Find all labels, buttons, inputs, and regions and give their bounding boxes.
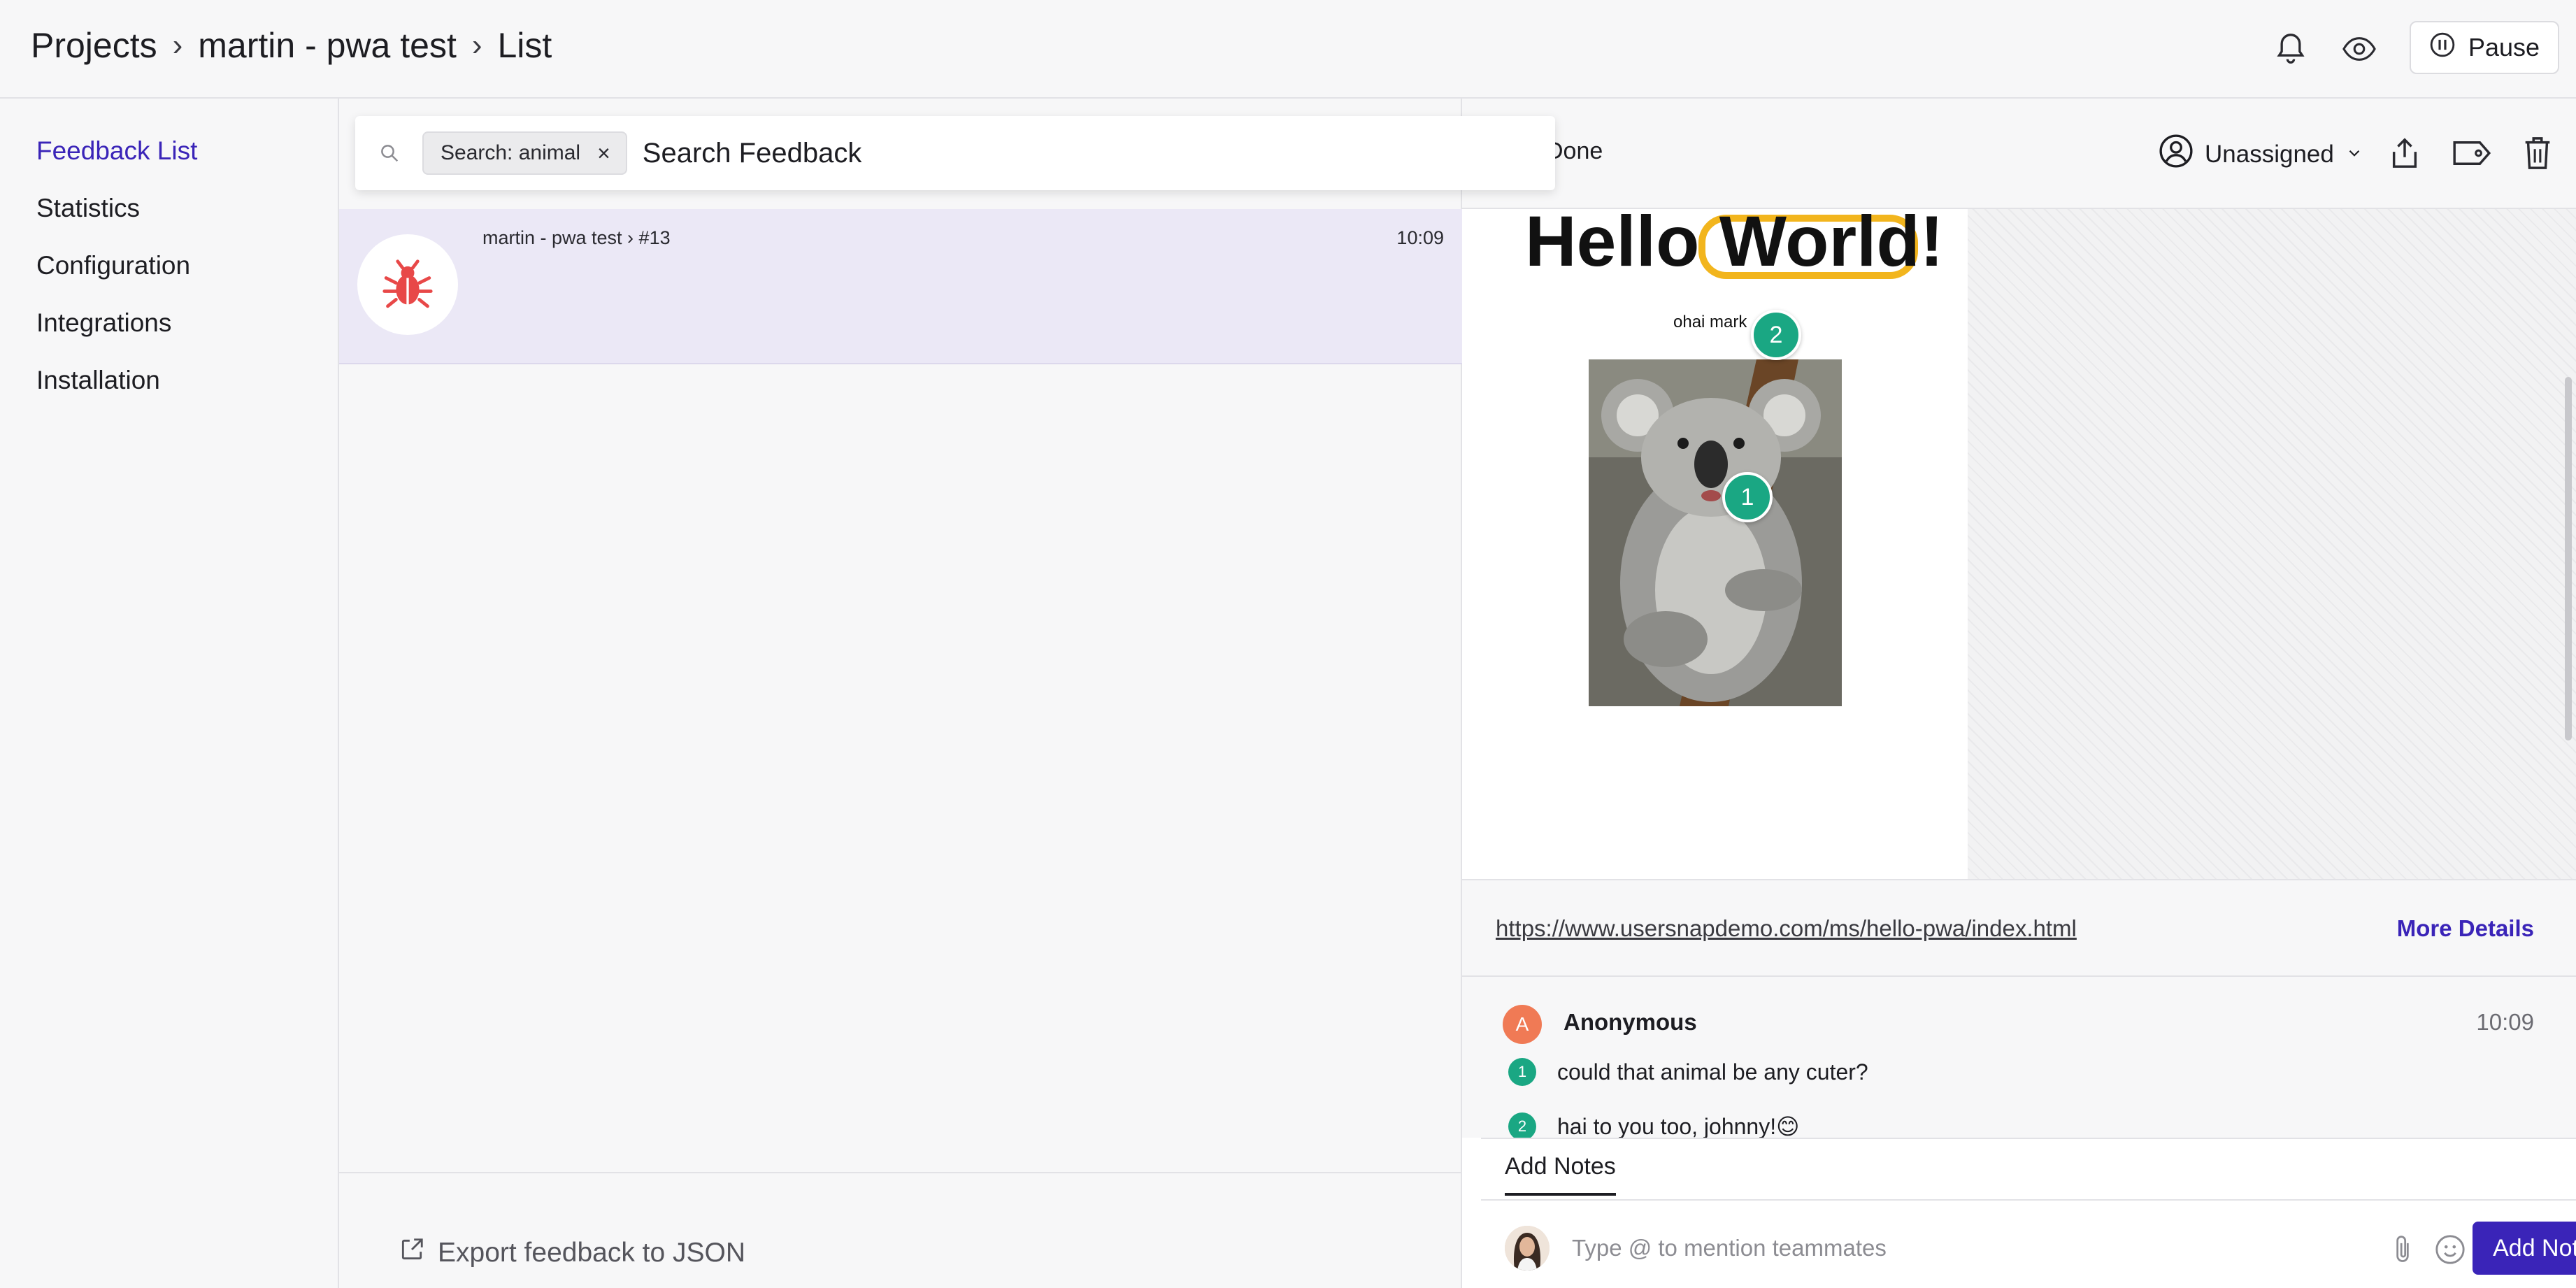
sidebar-item-installation[interactable]: Installation <box>36 366 160 395</box>
assignee-label: Unassigned <box>2205 140 2334 168</box>
tag-icon[interactable] <box>2451 132 2493 174</box>
screenshot-background <box>1968 209 2576 879</box>
sidebar-item-feedback-list[interactable]: Feedback List <box>36 136 197 166</box>
share-icon[interactable] <box>2384 132 2426 174</box>
tab-add-notes[interactable]: Add Notes <box>1505 1153 1616 1196</box>
assignee-dropdown[interactable]: Unassigned <box>2159 134 2363 175</box>
comment-marker: 1 <box>1508 1058 1536 1086</box>
annotation-marker[interactable]: 1 <box>1722 472 1773 522</box>
feedback-screenshot[interactable]: Hello World! ohai mark 2 1 <box>1462 209 2576 879</box>
koala-image <box>1589 359 1842 706</box>
notes-panel: Add Notes Add Note <box>1481 1138 2576 1288</box>
add-note-button[interactable]: Add Note <box>2473 1222 2576 1275</box>
comment-marker: 2 <box>1508 1112 1536 1138</box>
chevron-down-icon <box>2345 141 2363 169</box>
emoji-icon[interactable] <box>2431 1230 2470 1269</box>
chevron-right-icon: › <box>471 28 482 62</box>
comment-item: 1 could that animal be any cuter? <box>1508 1058 1868 1086</box>
feedback-detail: Done Unassigned Hello World! ohai mark 2… <box>1462 99 2576 1288</box>
bug-icon <box>357 234 458 335</box>
user-circle-icon <box>2159 134 2194 175</box>
screenshot-caption: ohai mark <box>1673 313 1747 331</box>
breadcrumb-project[interactable]: martin - pwa test <box>198 25 457 66</box>
comment-author: Anonymous <box>1564 1009 1697 1035</box>
search-icon <box>379 143 407 164</box>
external-link-icon <box>399 1236 425 1270</box>
search-chip-label: Search: animal <box>441 141 581 164</box>
close-icon[interactable]: × <box>597 141 610 166</box>
comment-item: 2 hai to you too, johnny!😊 <box>1508 1112 1799 1138</box>
avatar <box>1505 1226 1550 1271</box>
detail-toolbar: Done Unassigned <box>1462 99 2576 209</box>
list-footer: Export feedback to JSON <box>339 1172 1462 1288</box>
bell-icon[interactable] <box>2270 28 2312 70</box>
sidebar-item-statistics[interactable]: Statistics <box>36 194 140 223</box>
breadcrumb-current: List <box>497 26 552 65</box>
comment-text: hai to you too, johnny!😊 <box>1557 1114 1800 1138</box>
comment-time: 10:09 <box>2476 1009 2534 1035</box>
pause-label: Pause <box>2468 33 2540 62</box>
sidebar-item-configuration[interactable]: Configuration <box>36 251 190 280</box>
avatar: A <box>1503 1005 1542 1044</box>
breadcrumb-projects[interactable]: Projects <box>31 25 157 66</box>
export-json-label: Export feedback to JSON <box>438 1238 746 1268</box>
list-item-title: martin - pwa test › #13 <box>482 227 671 248</box>
feedback-list: martin - pwa test › #13 10:09 Export fee… <box>339 99 1462 1288</box>
comment-thread: A Anonymous 10:09 1 could that animal be… <box>1462 977 2576 1138</box>
note-input[interactable] <box>1572 1227 2341 1269</box>
pause-icon <box>2429 31 2456 64</box>
url-bar: https://www.usersnapdemo.com/ms/hello-pw… <box>1462 879 2576 977</box>
paperclip-icon[interactable] <box>2383 1230 2422 1269</box>
screenshot-heading: Hello World! <box>1525 209 1944 281</box>
pause-button[interactable]: Pause <box>2410 21 2559 74</box>
more-details-link[interactable]: More Details <box>2397 915 2534 942</box>
chevron-right-icon: › <box>172 28 183 62</box>
breadcrumb: Projects › martin - pwa test › List <box>31 25 552 66</box>
annotation-marker[interactable]: 2 <box>1751 310 1801 360</box>
divider <box>1481 1199 2576 1201</box>
list-item-time: 10:09 <box>1396 227 1444 248</box>
eye-icon[interactable] <box>2338 28 2380 70</box>
scrollbar[interactable] <box>2565 377 2572 740</box>
top-header: Projects › martin - pwa test › List Paus… <box>0 0 2576 99</box>
comment-text: could that animal be any cuter? <box>1557 1059 1868 1085</box>
page-url-link[interactable]: https://www.usersnapdemo.com/ms/hello-pw… <box>1496 915 2077 942</box>
search-input[interactable] <box>642 137 1342 169</box>
trash-icon[interactable] <box>2517 132 2559 174</box>
sidebar-item-integrations[interactable]: Integrations <box>36 308 171 338</box>
search-bar: Search: animal × <box>355 116 1555 190</box>
search-filter-chip[interactable]: Search: animal × <box>422 131 627 175</box>
sidebar: Feedback List Statistics Configuration I… <box>0 99 339 1288</box>
export-json-link[interactable]: Export feedback to JSON <box>399 1236 745 1270</box>
list-item[interactable]: martin - pwa test › #13 10:09 <box>339 209 1462 364</box>
